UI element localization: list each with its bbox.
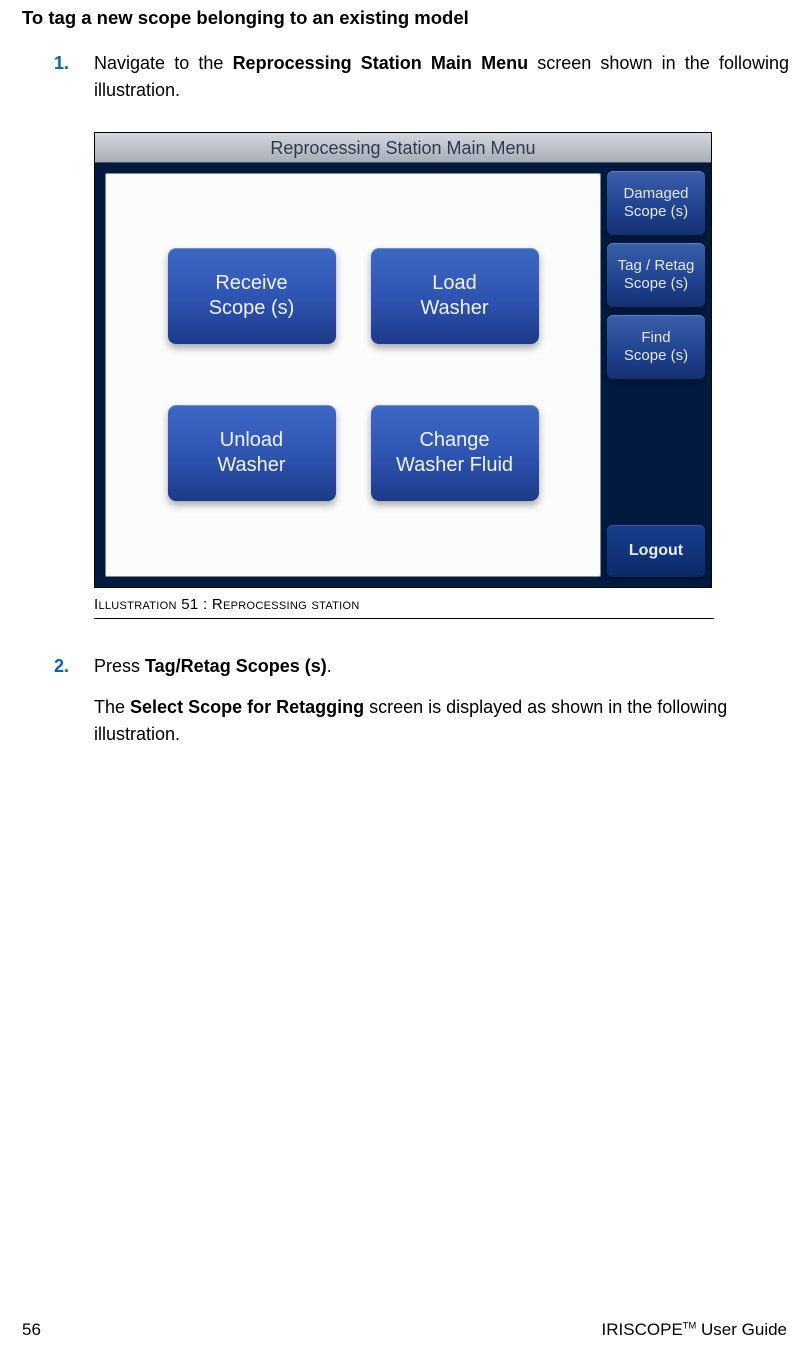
bold-text: Tag/Retag Scopes (s) — [145, 656, 327, 676]
figure-caption: Illustration 51 : Reprocessing station — [94, 590, 714, 620]
bold-text: Select Scope for Retagging — [130, 697, 364, 717]
step-body: Press Tag/Retag Scopes (s). — [94, 653, 789, 680]
damaged-scope-button[interactable]: DamagedScope (s) — [607, 171, 705, 235]
step-number: 1. — [54, 50, 94, 104]
tag-retag-scope-button[interactable]: Tag / RetagScope (s) — [607, 243, 705, 307]
text: . — [327, 656, 332, 676]
text: Press — [94, 656, 145, 676]
change-washer-fluid-button[interactable]: ChangeWasher Fluid — [371, 405, 539, 501]
step-2: 2. Press Tag/Retag Scopes (s). — [54, 653, 789, 680]
doc-title: IRISCOPETM User Guide — [602, 1317, 787, 1343]
text: Navigate to the — [94, 53, 233, 73]
text: User Guide — [696, 1320, 787, 1339]
window-body: ReceiveScope (s) LoadWasher UnloadWasher… — [95, 163, 711, 587]
step-number: 2. — [54, 653, 94, 680]
find-scope-button[interactable]: FindScope (s) — [607, 315, 705, 379]
main-panel: ReceiveScope (s) LoadWasher UnloadWasher… — [105, 173, 601, 577]
trademark-symbol: TM — [683, 1320, 697, 1330]
unload-washer-button[interactable]: UnloadWasher — [168, 405, 336, 501]
receive-scope-button[interactable]: ReceiveScope (s) — [168, 248, 336, 344]
logout-button[interactable]: Logout — [607, 525, 705, 577]
window-title-bar: Reprocessing Station Main Menu — [95, 133, 711, 163]
page-footer: 56 IRISCOPETM User Guide — [22, 1317, 787, 1343]
spacer — [607, 387, 705, 517]
text: IRISCOPE — [602, 1320, 683, 1339]
text: The — [94, 697, 130, 717]
page-number: 56 — [22, 1317, 41, 1343]
figure: Reprocessing Station Main Menu ReceiveSc… — [94, 132, 714, 620]
side-panel: DamagedScope (s) Tag / RetagScope (s) Fi… — [601, 163, 711, 587]
screenshot-reprocessing-main-menu: Reprocessing Station Main Menu ReceiveSc… — [94, 132, 712, 588]
step-body: Navigate to the Reprocessing Station Mai… — [94, 50, 789, 104]
load-washer-button[interactable]: LoadWasher — [371, 248, 539, 344]
step-2-follow-text: The Select Scope for Retagging screen is… — [94, 694, 789, 748]
section-heading: To tag a new scope belonging to an exist… — [22, 4, 789, 32]
step-1: 1. Navigate to the Reprocessing Station … — [54, 50, 789, 104]
bold-text: Reprocessing Station Main Menu — [233, 53, 529, 73]
